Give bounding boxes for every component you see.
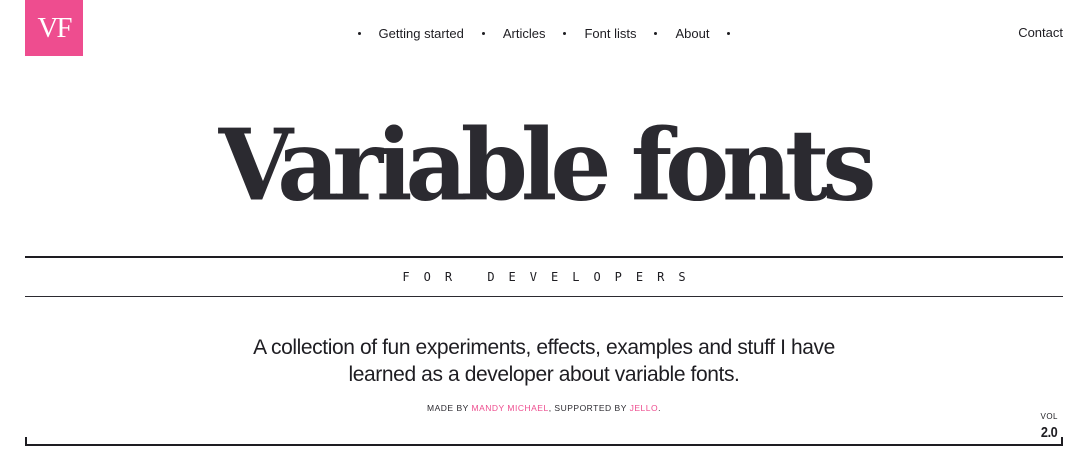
credits-end: . <box>658 403 661 413</box>
credits-supported-by: , SUPPORTED BY <box>548 403 630 413</box>
sponsor-link[interactable]: JELLO <box>630 403 659 413</box>
author-link[interactable]: MANDY MICHAEL <box>472 403 549 413</box>
nav-bullet <box>727 31 731 35</box>
intro-line-2: learned as a developer about variable fo… <box>348 363 740 386</box>
main-nav: Getting started Articles Font lists Abou… <box>0 0 1088 66</box>
volume-label: VOL <box>1040 412 1058 421</box>
nav-item-font-lists[interactable]: Font lists <box>584 26 636 41</box>
contact-link[interactable]: Contact <box>1018 25 1063 40</box>
nav-bullet <box>357 31 361 35</box>
nav-bullet <box>481 31 485 35</box>
nav-bullet <box>654 31 658 35</box>
volume-number: 2.0 <box>1040 424 1058 441</box>
divider-thin <box>25 296 1063 297</box>
divider-thick <box>25 256 1063 258</box>
nav-item-getting-started[interactable]: Getting started <box>379 26 464 41</box>
intro-text: A collection of fun experiments, effects… <box>244 334 844 388</box>
nav-bullet <box>563 31 567 35</box>
nav-item-about[interactable]: About <box>675 26 709 41</box>
intro-line-1: A collection of fun experiments, effects… <box>253 336 835 359</box>
hero-title: Variable fonts <box>218 107 877 224</box>
credits: MADE BY MANDY MICHAEL, SUPPORTED BY JELL… <box>0 403 1088 413</box>
hero-subtitle: FOR DEVELOPERS <box>402 270 700 284</box>
bottom-divider <box>25 444 1063 446</box>
credits-made-by: MADE BY <box>427 403 472 413</box>
nav-item-articles[interactable]: Articles <box>503 26 546 41</box>
bottom-bracket-right <box>1061 437 1063 446</box>
